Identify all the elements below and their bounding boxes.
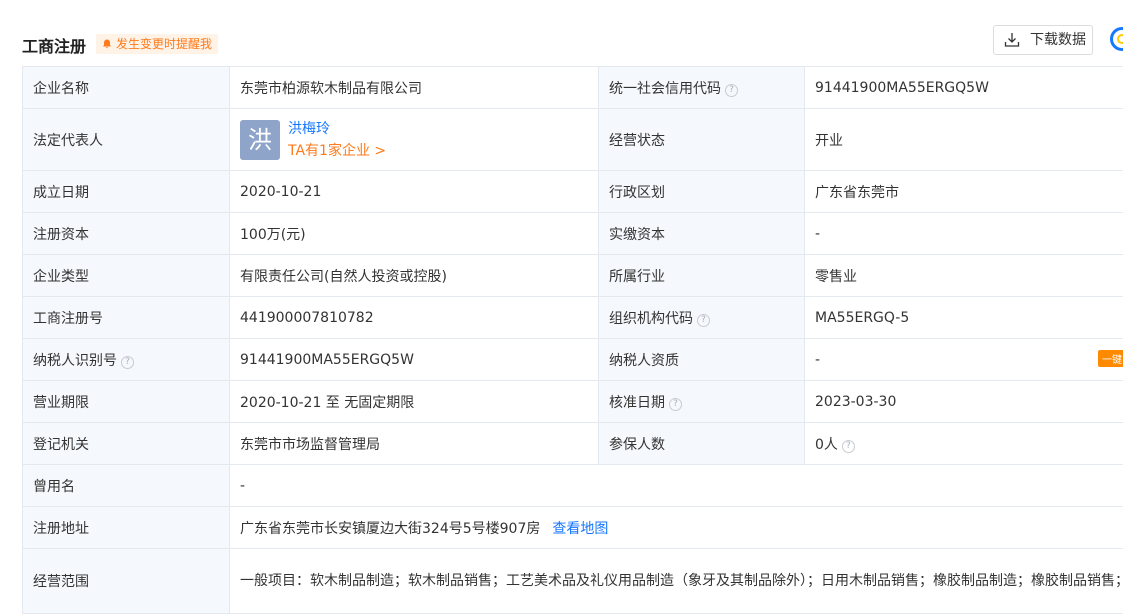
table-row: 法定代表人 洪洪梅玲TA有1家企业 > 经营状态 开业 (23, 109, 1123, 171)
business-scope-value: 一般项目：软木制品制造；软木制品销售；工艺美术品及礼仪用品制造（象牙及其制品除外… (230, 549, 1123, 614)
field-value: 2020-10-21 (230, 171, 599, 213)
help-icon[interactable]: ? (669, 398, 682, 411)
field-label: 统一社会信用代码 (609, 81, 721, 97)
field-value: - (805, 339, 1123, 381)
field-value: 东莞市柏源软木制品有限公司 (230, 67, 599, 109)
field-value: 开业 (805, 109, 1123, 171)
field-label: 曾用名 (23, 465, 230, 507)
table-row: 注册资本 100万(元) 实缴资本 - (23, 213, 1123, 255)
field-value: 有限责任公司(自然人投资或控股) (230, 255, 599, 297)
field-label: 纳税人识别号 (33, 353, 117, 369)
field-label: 企业名称 (23, 67, 230, 109)
help-icon[interactable]: ? (121, 356, 134, 369)
legal-rep-name-link[interactable]: 洪梅玲 (288, 118, 386, 140)
view-map-link[interactable]: 查看地图 (552, 521, 608, 537)
address-cell: 广东省东莞市长安镇厦边大街324号5号楼907房查看地图 (230, 507, 1123, 549)
change-remind-button[interactable]: 发生变更时提醒我 (96, 34, 218, 54)
field-label: 工商注册号 (23, 297, 230, 339)
field-value: 441900007810782 (230, 297, 599, 339)
field-label-with-help: 核准日期? (599, 381, 805, 423)
field-label: 实缴资本 (599, 213, 805, 255)
field-value: 东莞市市场监督管理局 (230, 423, 599, 465)
download-data-button[interactable]: 下载数据 (993, 25, 1093, 55)
field-value: 91441900MA55ERGQ5W (805, 67, 1123, 109)
table-row: 营业期限 2020-10-21 至 无固定期限 核准日期? 2023-03-30 (23, 381, 1123, 423)
field-label: 纳税人资质 (599, 339, 805, 381)
table-row: 曾用名 - (23, 465, 1123, 507)
one-click-tag[interactable]: 一键 (1098, 350, 1123, 367)
app-logo-icon[interactable] (1110, 27, 1123, 51)
field-label: 经营范围 (23, 549, 230, 614)
field-label: 注册地址 (23, 507, 230, 549)
change-remind-label: 发生变更时提醒我 (116, 37, 212, 51)
field-label: 行政区划 (599, 171, 805, 213)
field-label: 经营状态 (599, 109, 805, 171)
table-row: 企业类型 有限责任公司(自然人投资或控股) 所属行业 零售业 (23, 255, 1123, 297)
table-row: 注册地址 广东省东莞市长安镇厦边大街324号5号楼907房查看地图 (23, 507, 1123, 549)
field-value: 91441900MA55ERGQ5W (230, 339, 599, 381)
field-label: 登记机关 (23, 423, 230, 465)
field-value: - (805, 213, 1123, 255)
table-row: 登记机关 东莞市市场监督管理局 参保人数 0人? (23, 423, 1123, 465)
download-data-label: 下载数据 (1030, 26, 1086, 54)
field-value: MA55ERGQ-5 (805, 297, 1123, 339)
field-value-with-help: 0人? (805, 423, 1123, 465)
table-row: 成立日期 2020-10-21 行政区划 广东省东莞市 (23, 171, 1123, 213)
field-label-with-help: 统一社会信用代码? (599, 67, 805, 109)
help-icon[interactable]: ? (842, 440, 855, 453)
section-title: 工商注册 (22, 33, 86, 57)
avatar: 洪 (240, 120, 280, 160)
field-label-with-help: 纳税人识别号? (23, 339, 230, 381)
field-label-with-help: 组织机构代码? (599, 297, 805, 339)
field-label: 企业类型 (23, 255, 230, 297)
legal-rep-companies-link[interactable]: TA有1家企业 > (288, 140, 386, 162)
field-value: - (230, 465, 1123, 507)
field-value: 100万(元) (230, 213, 599, 255)
table-row: 企业名称 东莞市柏源软木制品有限公司 统一社会信用代码? 91441900MA5… (23, 67, 1123, 109)
field-label: 注册资本 (23, 213, 230, 255)
field-value: 2023-03-30 (805, 381, 1123, 423)
field-value: 零售业 (805, 255, 1123, 297)
field-label: 组织机构代码 (609, 311, 693, 327)
field-label: 核准日期 (609, 395, 665, 411)
help-icon[interactable]: ? (697, 314, 710, 327)
field-label: 法定代表人 (23, 109, 230, 171)
table-row: 纳税人识别号? 91441900MA55ERGQ5W 纳税人资质 - (23, 339, 1123, 381)
field-label: 成立日期 (23, 171, 230, 213)
field-value: 广东省东莞市 (805, 171, 1123, 213)
registration-info-table: 企业名称 东莞市柏源软木制品有限公司 统一社会信用代码? 91441900MA5… (22, 66, 1123, 614)
section-header: 工商注册 发生变更时提醒我 下载数据 (22, 24, 1123, 60)
bell-icon (102, 39, 112, 49)
field-value: 2020-10-21 至 无固定期限 (230, 381, 599, 423)
legal-rep-cell: 洪洪梅玲TA有1家企业 > (230, 109, 599, 171)
table-row: 工商注册号 441900007810782 组织机构代码? MA55ERGQ-5 (23, 297, 1123, 339)
table-row: 经营范围 一般项目：软木制品制造；软木制品销售；工艺美术品及礼仪用品制造（象牙及… (23, 549, 1123, 614)
download-icon (1004, 32, 1020, 48)
field-value: 广东省东莞市长安镇厦边大街324号5号楼907房 (240, 521, 540, 537)
field-label: 参保人数 (599, 423, 805, 465)
field-label: 营业期限 (23, 381, 230, 423)
help-icon[interactable]: ? (725, 84, 738, 97)
field-label: 所属行业 (599, 255, 805, 297)
field-value: 0人 (815, 437, 838, 453)
